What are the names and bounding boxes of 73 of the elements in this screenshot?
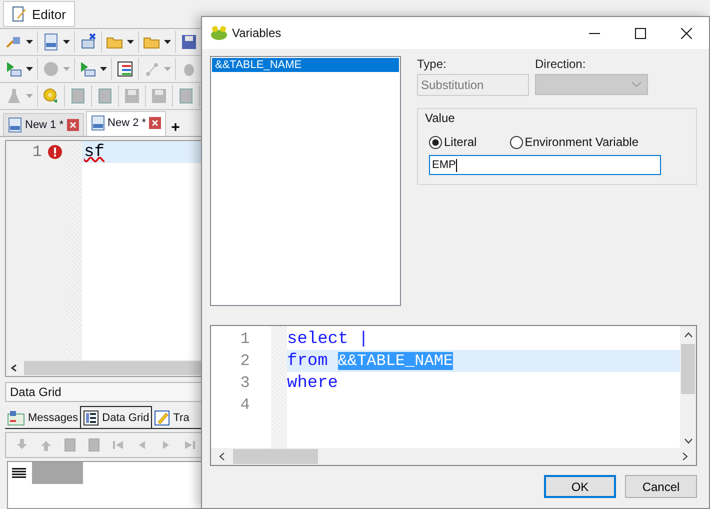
sql-file-icon xyxy=(42,33,60,51)
caret-icon xyxy=(100,67,107,71)
radio-option[interactable]: Environment Variable xyxy=(510,135,639,149)
play-icon xyxy=(79,60,97,78)
results-tab[interactable]: Tra xyxy=(152,408,192,428)
editor-tab[interactable]: New 1 * xyxy=(3,113,84,136)
code-line: sf xyxy=(84,142,104,162)
document-icon xyxy=(96,87,114,105)
sql-keyword: from xyxy=(287,352,328,370)
line-number: 2 xyxy=(239,351,251,372)
flask-icon xyxy=(5,87,23,105)
maximize-icon xyxy=(634,28,646,38)
sql-code-editor[interactable]: 1 2 3 4 select | from &&TABLE_NAME where xyxy=(210,325,697,466)
line-number: 1 xyxy=(239,329,251,350)
caret-icon xyxy=(164,67,171,71)
scroll-down-icon[interactable] xyxy=(684,438,692,444)
caret-icon xyxy=(26,94,33,98)
variable-item[interactable]: &&TABLE_NAME xyxy=(212,58,399,72)
sql-file-icon xyxy=(8,117,22,133)
first-icon xyxy=(111,438,125,452)
play-icon xyxy=(5,60,23,78)
caret-icon xyxy=(63,40,70,44)
results-tab[interactable]: Messages xyxy=(5,408,80,428)
caret-icon xyxy=(164,40,171,44)
document-icon xyxy=(177,87,195,105)
radio-button[interactable] xyxy=(429,136,442,148)
new-tab-button[interactable]: + xyxy=(168,119,183,136)
caret-icon xyxy=(26,40,33,44)
branch-icon xyxy=(143,60,161,78)
scroll-right-icon[interactable] xyxy=(682,452,688,461)
pencil-icon xyxy=(154,410,170,426)
caret-icon xyxy=(26,67,33,71)
scroll-up-icon[interactable] xyxy=(684,332,692,338)
editor-tab[interactable]: Editor xyxy=(3,1,75,27)
selected-variable-text: &&TABLE_NAME xyxy=(338,352,454,370)
direction-label: Direction: xyxy=(535,57,587,71)
ok-button[interactable]: OK xyxy=(544,475,616,498)
document-icon xyxy=(63,438,77,452)
envelope-icon xyxy=(7,410,25,426)
frog-icon xyxy=(210,25,228,41)
close-icon xyxy=(680,28,692,38)
scroll-left-icon[interactable] xyxy=(219,452,225,461)
upload-icon xyxy=(39,438,53,452)
type-field[interactable]: Substitution xyxy=(417,74,529,96)
list-icon xyxy=(12,468,26,478)
group-label: Value xyxy=(425,111,456,125)
type-label: Type: xyxy=(417,57,448,71)
caret-icon xyxy=(63,67,70,71)
radio-button[interactable] xyxy=(510,136,523,148)
tree-list-icon xyxy=(116,60,134,78)
chevron-down-icon xyxy=(632,82,641,87)
caret-icon xyxy=(127,40,134,44)
document-icon xyxy=(69,87,87,105)
download-icon xyxy=(15,438,29,452)
window-title: Variables xyxy=(232,26,282,40)
radio-option[interactable]: Literal xyxy=(429,135,477,149)
close-icon[interactable] xyxy=(149,117,162,129)
value-input-field[interactable]: EMP xyxy=(429,155,661,175)
scroll-left-icon[interactable] xyxy=(10,364,18,372)
line-number: 1 xyxy=(32,143,42,161)
close-icon[interactable] xyxy=(66,119,79,131)
scrollbar-thumb[interactable] xyxy=(681,344,695,394)
cancel-button[interactable]: Cancel xyxy=(625,475,697,498)
document-icon xyxy=(87,438,101,452)
last-icon xyxy=(183,438,197,452)
editor-tab[interactable]: New 2 * xyxy=(86,111,166,136)
pencil-document-icon xyxy=(11,6,27,22)
scrollbar-thumb[interactable] xyxy=(233,449,318,464)
monitor-icon xyxy=(79,33,97,51)
sql-file-icon xyxy=(90,115,105,131)
grid-icon xyxy=(83,410,100,426)
sql-keyword: select | xyxy=(287,330,369,348)
results-tab[interactable]: Data Grid xyxy=(80,406,152,428)
